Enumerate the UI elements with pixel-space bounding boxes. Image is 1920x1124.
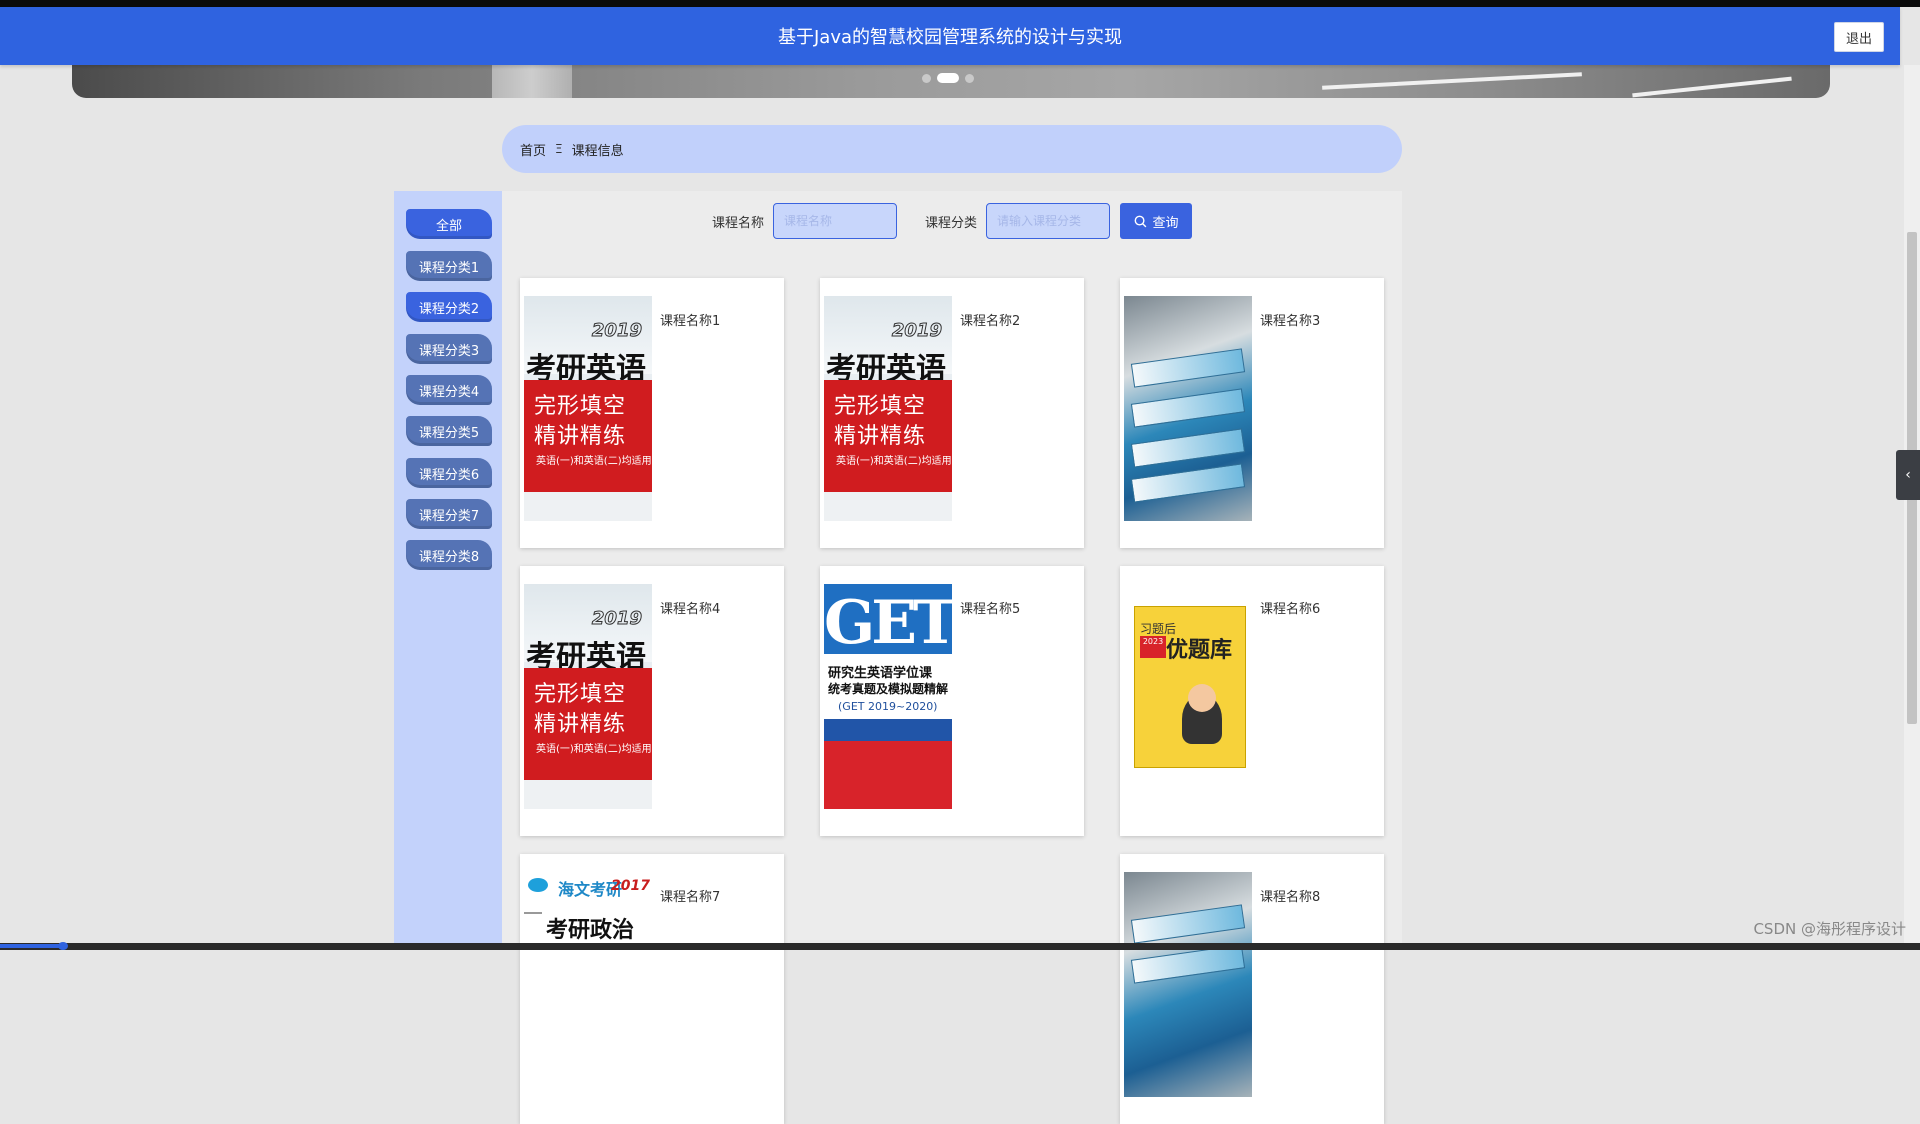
chevron-left-icon: ‹ (1905, 467, 1911, 483)
carousel-indicators (922, 73, 974, 83)
carousel-dot-active[interactable] (937, 73, 959, 83)
course-cover-image[interactable]: 2019 考研英语 完形填空 精讲精练 英语(一)和英语(二)均适用 (824, 296, 952, 521)
sidebar-item-category-5[interactable]: 课程分类5 (406, 416, 492, 446)
query-button-label: 查询 (1152, 215, 1179, 231)
course-card[interactable]: 2019 考研英语 完形填空 精讲精练 英语(一)和英语(二)均适用 课程名称4 (520, 566, 784, 836)
course-cover-image[interactable]: 习题后 2023 优题库 (1124, 584, 1252, 809)
course-cover-image[interactable]: 2019 考研英语 完形填空 精讲精练 英语(一)和英语(二)均适用 (524, 296, 652, 521)
course-card[interactable]: 课程名称8 (1120, 854, 1384, 1124)
course-card[interactable]: 海文考研 2017 考研政治 课程名称7 (520, 854, 784, 1124)
course-name[interactable]: 课程名称5 (960, 598, 1020, 617)
course-cover-image[interactable] (1124, 872, 1252, 1097)
sidebar-item-category-4[interactable]: 课程分类4 (406, 375, 492, 405)
progress-fill (0, 944, 64, 948)
search-icon (1134, 215, 1146, 227)
course-list-panel: 课程名称 课程分类 查询 2019 考研英语 完形填空 精讲精练 英语(一)和英… (502, 191, 1402, 1124)
course-name[interactable]: 课程名称6 (1260, 598, 1320, 617)
banner-image-detail (492, 65, 572, 98)
sidebar-item-category-8[interactable]: 课程分类8 (406, 540, 492, 570)
logout-button[interactable]: 退出 (1834, 22, 1884, 52)
sidebar-item-category-1[interactable]: 课程分类1 (406, 251, 492, 281)
sidebar-item-category-7[interactable]: 课程分类7 (406, 499, 492, 529)
sidebar-item-all[interactable]: 全部 (406, 209, 492, 239)
breadcrumb-home[interactable]: 首页 (520, 140, 546, 159)
course-card[interactable]: 习题后 2023 优题库 课程名称6 (1120, 566, 1384, 836)
side-drawer-toggle[interactable]: ‹ (1896, 450, 1920, 500)
course-card[interactable]: 2019 考研英语 完形填空 精讲精练 英语(一)和英语(二)均适用 课程名称1 (520, 278, 784, 548)
course-card[interactable]: 课程名称3 (1120, 278, 1384, 548)
course-name[interactable]: 课程名称7 (660, 886, 720, 905)
course-category-input[interactable] (986, 203, 1111, 239)
course-card[interactable]: 2019 考研英语 完形填空 精讲精练 英语(一)和英语(二)均适用 课程名称2 (820, 278, 1084, 548)
search-bar: 课程名称 课程分类 查询 (502, 191, 1402, 251)
course-name[interactable]: 课程名称8 (1260, 886, 1320, 905)
progress-handle[interactable] (58, 942, 68, 950)
window-top-strip (0, 0, 1920, 7)
course-cover-image[interactable]: GET 研究生英语学位课 统考真题及模拟题精解 (GET 2019~2020) (824, 584, 952, 809)
course-cover-image[interactable]: 海文考研 2017 考研政治 (524, 872, 652, 1097)
carousel-dot[interactable] (965, 73, 974, 83)
sidebar-item-category-3[interactable]: 课程分类3 (406, 334, 492, 364)
course-name[interactable]: 课程名称1 (660, 310, 720, 329)
carousel-dot[interactable] (922, 73, 931, 83)
video-progress-bar[interactable] (0, 942, 1920, 950)
course-name[interactable]: 课程名称4 (660, 598, 720, 617)
breadcrumb-current: 课程信息 (571, 143, 624, 159)
course-cover-image[interactable] (1124, 296, 1252, 521)
breadcrumb-separator: Ξ (555, 142, 563, 156)
watermark: CSDN @海彤程序设计 (1753, 920, 1906, 938)
course-name-label: 课程名称 (711, 215, 764, 231)
app-header: 基于Java的智慧校园管理系统的设计与实现 退出 (0, 7, 1900, 65)
breadcrumb: 首页 Ξ 课程信息 (502, 125, 1402, 173)
category-sidebar: 全部 课程分类1 课程分类2 课程分类3 课程分类4 课程分类5 课程分类6 课… (394, 191, 502, 950)
course-card[interactable]: GET 研究生英语学位课 统考真题及模拟题精解 (GET 2019~2020) … (820, 566, 1084, 836)
sidebar-item-category-6[interactable]: 课程分类6 (406, 458, 492, 488)
course-name[interactable]: 课程名称3 (1260, 310, 1320, 329)
query-button[interactable]: 查询 (1120, 203, 1193, 239)
page-title: 基于Java的智慧校园管理系统的设计与实现 (777, 27, 1123, 48)
course-cover-image[interactable]: 2019 考研英语 完形填空 精讲精练 英语(一)和英语(二)均适用 (524, 584, 652, 809)
course-category-label: 课程分类 (925, 215, 978, 231)
banner-image-detail (1322, 72, 1582, 90)
course-name-input[interactable] (773, 203, 897, 239)
banner-image-detail (1632, 76, 1792, 98)
course-name[interactable]: 课程名称2 (960, 310, 1020, 329)
sidebar-item-category-2[interactable]: 课程分类2 (406, 292, 492, 322)
